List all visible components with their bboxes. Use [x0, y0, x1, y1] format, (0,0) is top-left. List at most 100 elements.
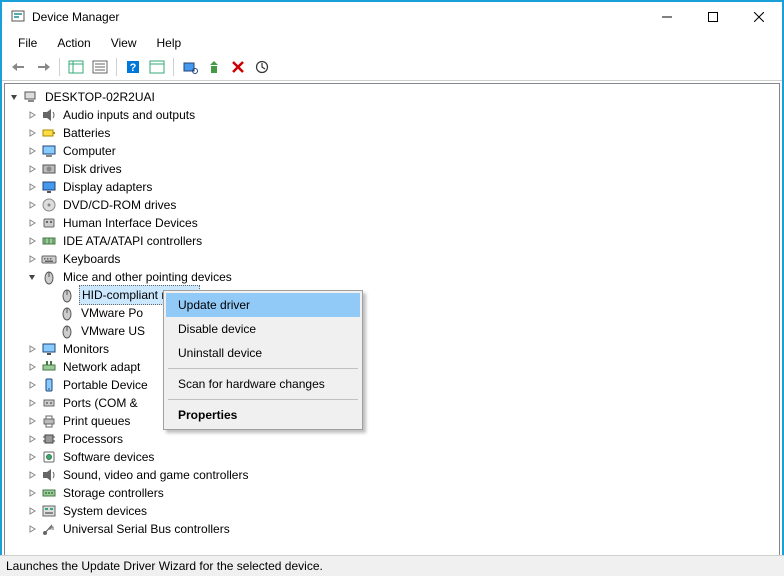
software-icon — [41, 449, 57, 465]
menu-help[interactable]: Help — [149, 34, 190, 52]
chevron-right-icon[interactable] — [25, 108, 39, 122]
tree-category[interactable]: Keyboards — [25, 250, 777, 268]
disable-button[interactable] — [251, 56, 273, 78]
scan-button[interactable] — [179, 56, 201, 78]
tree-category[interactable]: Software devices — [25, 448, 777, 466]
tree-category-label: IDE ATA/ATAPI controllers — [61, 232, 204, 250]
tree-root-label: DESKTOP-02R2UAI — [43, 88, 157, 106]
tree-category-label: Processors — [61, 430, 125, 448]
tree-category[interactable]: Human Interface Devices — [25, 214, 777, 232]
tree-category[interactable]: Batteries — [25, 124, 777, 142]
computer-icon — [41, 143, 57, 159]
chevron-right-icon[interactable] — [25, 198, 39, 212]
chevron-right-icon[interactable] — [25, 234, 39, 248]
chevron-right-icon[interactable] — [25, 144, 39, 158]
menu-view[interactable]: View — [103, 34, 145, 52]
tree-category[interactable]: Storage controllers — [25, 484, 777, 502]
maximize-button[interactable] — [690, 2, 736, 32]
tree-category[interactable]: DVD/CD-ROM drives — [25, 196, 777, 214]
chevron-down-icon[interactable] — [7, 90, 21, 104]
update-button[interactable] — [203, 56, 225, 78]
menu-action[interactable]: Action — [49, 34, 98, 52]
tree-category[interactable]: Display adapters — [25, 178, 777, 196]
context-menu: Update driverDisable deviceUninstall dev… — [163, 290, 363, 430]
tree-device[interactable]: HID-compliant mouse — [43, 286, 777, 304]
tree-category[interactable]: Universal Serial Bus controllers — [25, 520, 777, 538]
computer-icon — [23, 89, 39, 105]
tree-category-label: Sound, video and game controllers — [61, 466, 250, 484]
chevron-right-icon[interactable] — [25, 378, 39, 392]
chevron-right-icon[interactable] — [25, 504, 39, 518]
tree-category[interactable]: Computer — [25, 142, 777, 160]
tree-category[interactable]: Processors — [25, 430, 777, 448]
tree-category-label: Print queues — [61, 412, 132, 430]
dvd-icon — [41, 197, 57, 213]
tree-device[interactable]: VMware US — [43, 322, 777, 340]
tree-category[interactable]: System devices — [25, 502, 777, 520]
mouse-icon — [59, 305, 75, 321]
battery-icon — [41, 125, 57, 141]
tree-category[interactable]: Mice and other pointing devicesHID-compl… — [25, 268, 777, 340]
context-menu-item[interactable]: Disable device — [166, 317, 360, 341]
tree-category[interactable]: IDE ATA/ATAPI controllers — [25, 232, 777, 250]
chevron-right-icon[interactable] — [25, 342, 39, 356]
forward-button[interactable] — [32, 56, 54, 78]
toolbar-separator — [59, 58, 60, 76]
chevron-right-icon[interactable] — [25, 216, 39, 230]
audio-icon — [41, 107, 57, 123]
app-icon — [10, 9, 26, 25]
chevron-right-icon[interactable] — [25, 468, 39, 482]
device-tree[interactable]: DESKTOP-02R2UAIAudio inputs and outputsB… — [5, 84, 779, 542]
minimize-button[interactable] — [644, 2, 690, 32]
chevron-right-icon[interactable] — [25, 252, 39, 266]
close-button[interactable] — [736, 2, 782, 32]
tree-category[interactable]: Portable Device — [25, 376, 777, 394]
chevron-right-icon[interactable] — [25, 396, 39, 410]
keyboard-icon — [41, 251, 57, 267]
tree-device[interactable]: VMware Po — [43, 304, 777, 322]
tree-category[interactable]: Sound, video and game controllers — [25, 466, 777, 484]
tree-root[interactable]: DESKTOP-02R2UAIAudio inputs and outputsB… — [7, 88, 777, 538]
tree-category-label: Human Interface Devices — [61, 214, 200, 232]
window-titlebar: Device Manager — [2, 2, 782, 32]
context-menu-item[interactable]: Scan for hardware changes — [166, 372, 360, 396]
help-button[interactable]: ? — [122, 56, 144, 78]
chevron-right-icon[interactable] — [25, 162, 39, 176]
chevron-right-icon[interactable] — [25, 360, 39, 374]
tree-category[interactable]: Monitors — [25, 340, 777, 358]
tree-device-label: VMware US — [79, 322, 147, 340]
cpu-icon — [41, 431, 57, 447]
tree-category-label: Audio inputs and outputs — [61, 106, 197, 124]
mouse-icon — [59, 323, 75, 339]
tree-category[interactable]: Ports (COM & — [25, 394, 777, 412]
storage-icon — [41, 485, 57, 501]
tree-category-label: System devices — [61, 502, 149, 520]
action2-button[interactable] — [146, 56, 168, 78]
tree-category[interactable]: Audio inputs and outputs — [25, 106, 777, 124]
tree-category[interactable]: Network adapt — [25, 358, 777, 376]
chevron-right-icon[interactable] — [25, 450, 39, 464]
portable-icon — [41, 377, 57, 393]
chevron-down-icon[interactable] — [25, 270, 39, 284]
context-menu-separator — [168, 399, 358, 400]
window-controls — [644, 2, 782, 32]
chevron-right-icon[interactable] — [25, 486, 39, 500]
uninstall-button[interactable] — [227, 56, 249, 78]
tree-category-label: Software devices — [61, 448, 156, 466]
chevron-right-icon[interactable] — [25, 432, 39, 446]
context-menu-item[interactable]: Uninstall device — [166, 341, 360, 365]
port-icon — [41, 395, 57, 411]
properties-button[interactable] — [89, 56, 111, 78]
tree-category[interactable]: Disk drives — [25, 160, 777, 178]
chevron-right-icon[interactable] — [25, 414, 39, 428]
chevron-right-icon[interactable] — [25, 180, 39, 194]
context-menu-item[interactable]: Properties — [166, 403, 360, 427]
chevron-right-icon[interactable] — [25, 126, 39, 140]
chevron-right-icon[interactable] — [25, 522, 39, 536]
tree-category[interactable]: Print queues — [25, 412, 777, 430]
context-menu-item[interactable]: Update driver — [166, 293, 360, 317]
show-hidden-button[interactable] — [65, 56, 87, 78]
menu-file[interactable]: File — [10, 34, 45, 52]
network-icon — [41, 359, 57, 375]
back-button[interactable] — [8, 56, 30, 78]
